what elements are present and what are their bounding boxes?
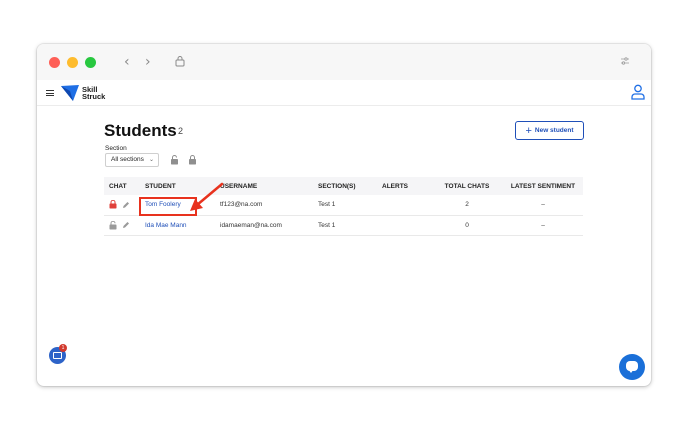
alerts-cell — [377, 195, 431, 216]
app-header: Skill Struck — [37, 80, 651, 106]
browser-window: ‹ › Skill Struck Students 2 + New studen… — [37, 44, 651, 386]
chevron-down-icon: ⌄ — [148, 157, 154, 163]
logo-wordmark[interactable]: Skill Struck — [82, 86, 106, 101]
username-cell: tf123@na.com — [215, 195, 313, 216]
skillstruck-logo-icon — [61, 85, 79, 101]
student-name-link[interactable]: Ida Mae Mann — [145, 222, 187, 229]
section-select[interactable]: All sections ⌄ — [105, 153, 159, 167]
table-header-row: CHAT STUDENT USERNAME SECTION(S) ALERTS … — [104, 177, 583, 195]
col-alerts[interactable]: ALERTS — [377, 177, 431, 195]
hamburger-icon[interactable] — [46, 90, 54, 96]
chat-controls — [104, 195, 140, 216]
logo-line-2: Struck — [82, 92, 106, 101]
col-sections[interactable]: SECTION(S) — [313, 177, 377, 195]
col-latest-sentiment[interactable]: LATEST SENTIMENT — [503, 177, 583, 195]
col-username[interactable]: USERNAME — [215, 177, 313, 195]
browser-titlebar: ‹ › — [37, 44, 651, 80]
chat-unlock-icon[interactable] — [109, 220, 117, 230]
alerts-cell — [377, 215, 431, 236]
section-select-value: All sections — [111, 156, 144, 163]
student-name-cell: Ida Mae Mann — [140, 215, 215, 236]
chat-support-button[interactable] — [619, 354, 645, 380]
apps-icon — [53, 352, 62, 359]
zoom-window-button[interactable] — [85, 57, 96, 68]
total-chats-cell: 2 — [431, 195, 503, 216]
table-row: Ida Mae Mann idamaeman@na.com Test 1 0 – — [104, 215, 583, 236]
user-icon[interactable] — [631, 84, 645, 100]
new-student-label: New student — [534, 127, 574, 134]
chevron-right-icon[interactable]: › — [145, 54, 151, 70]
col-total-chats[interactable]: TOTAL CHATS — [431, 177, 503, 195]
pencil-icon[interactable] — [122, 201, 130, 209]
sections-cell: Test 1 — [313, 215, 377, 236]
sections-cell: Test 1 — [313, 195, 377, 216]
pencil-icon[interactable] — [122, 221, 130, 229]
apps-launcher-button[interactable]: 1 — [49, 344, 67, 364]
student-count: 2 — [178, 126, 184, 136]
notification-badge: 1 — [59, 344, 67, 352]
chat-controls — [104, 215, 140, 236]
annotation-arrow-icon — [190, 182, 224, 211]
sliders-icon[interactable] — [620, 56, 630, 66]
plus-icon: + — [525, 124, 532, 137]
new-student-button[interactable]: + New student — [515, 121, 584, 140]
lock-icon — [175, 56, 185, 67]
lock-all-icon[interactable] — [188, 155, 197, 165]
username-cell: idamaeman@na.com — [215, 215, 313, 236]
latest-sentiment-cell: – — [503, 195, 583, 216]
minimize-window-button[interactable] — [67, 57, 78, 68]
close-window-button[interactable] — [49, 57, 60, 68]
chevron-left-icon[interactable]: ‹ — [124, 54, 130, 70]
page-title: Students — [104, 121, 177, 140]
section-filter-label: Section — [105, 145, 127, 152]
chat-lock-icon[interactable] — [109, 200, 117, 209]
latest-sentiment-cell: – — [503, 215, 583, 236]
unlock-all-icon[interactable] — [170, 155, 179, 165]
total-chats-cell: 0 — [431, 215, 503, 236]
col-chat[interactable]: CHAT — [104, 177, 140, 195]
